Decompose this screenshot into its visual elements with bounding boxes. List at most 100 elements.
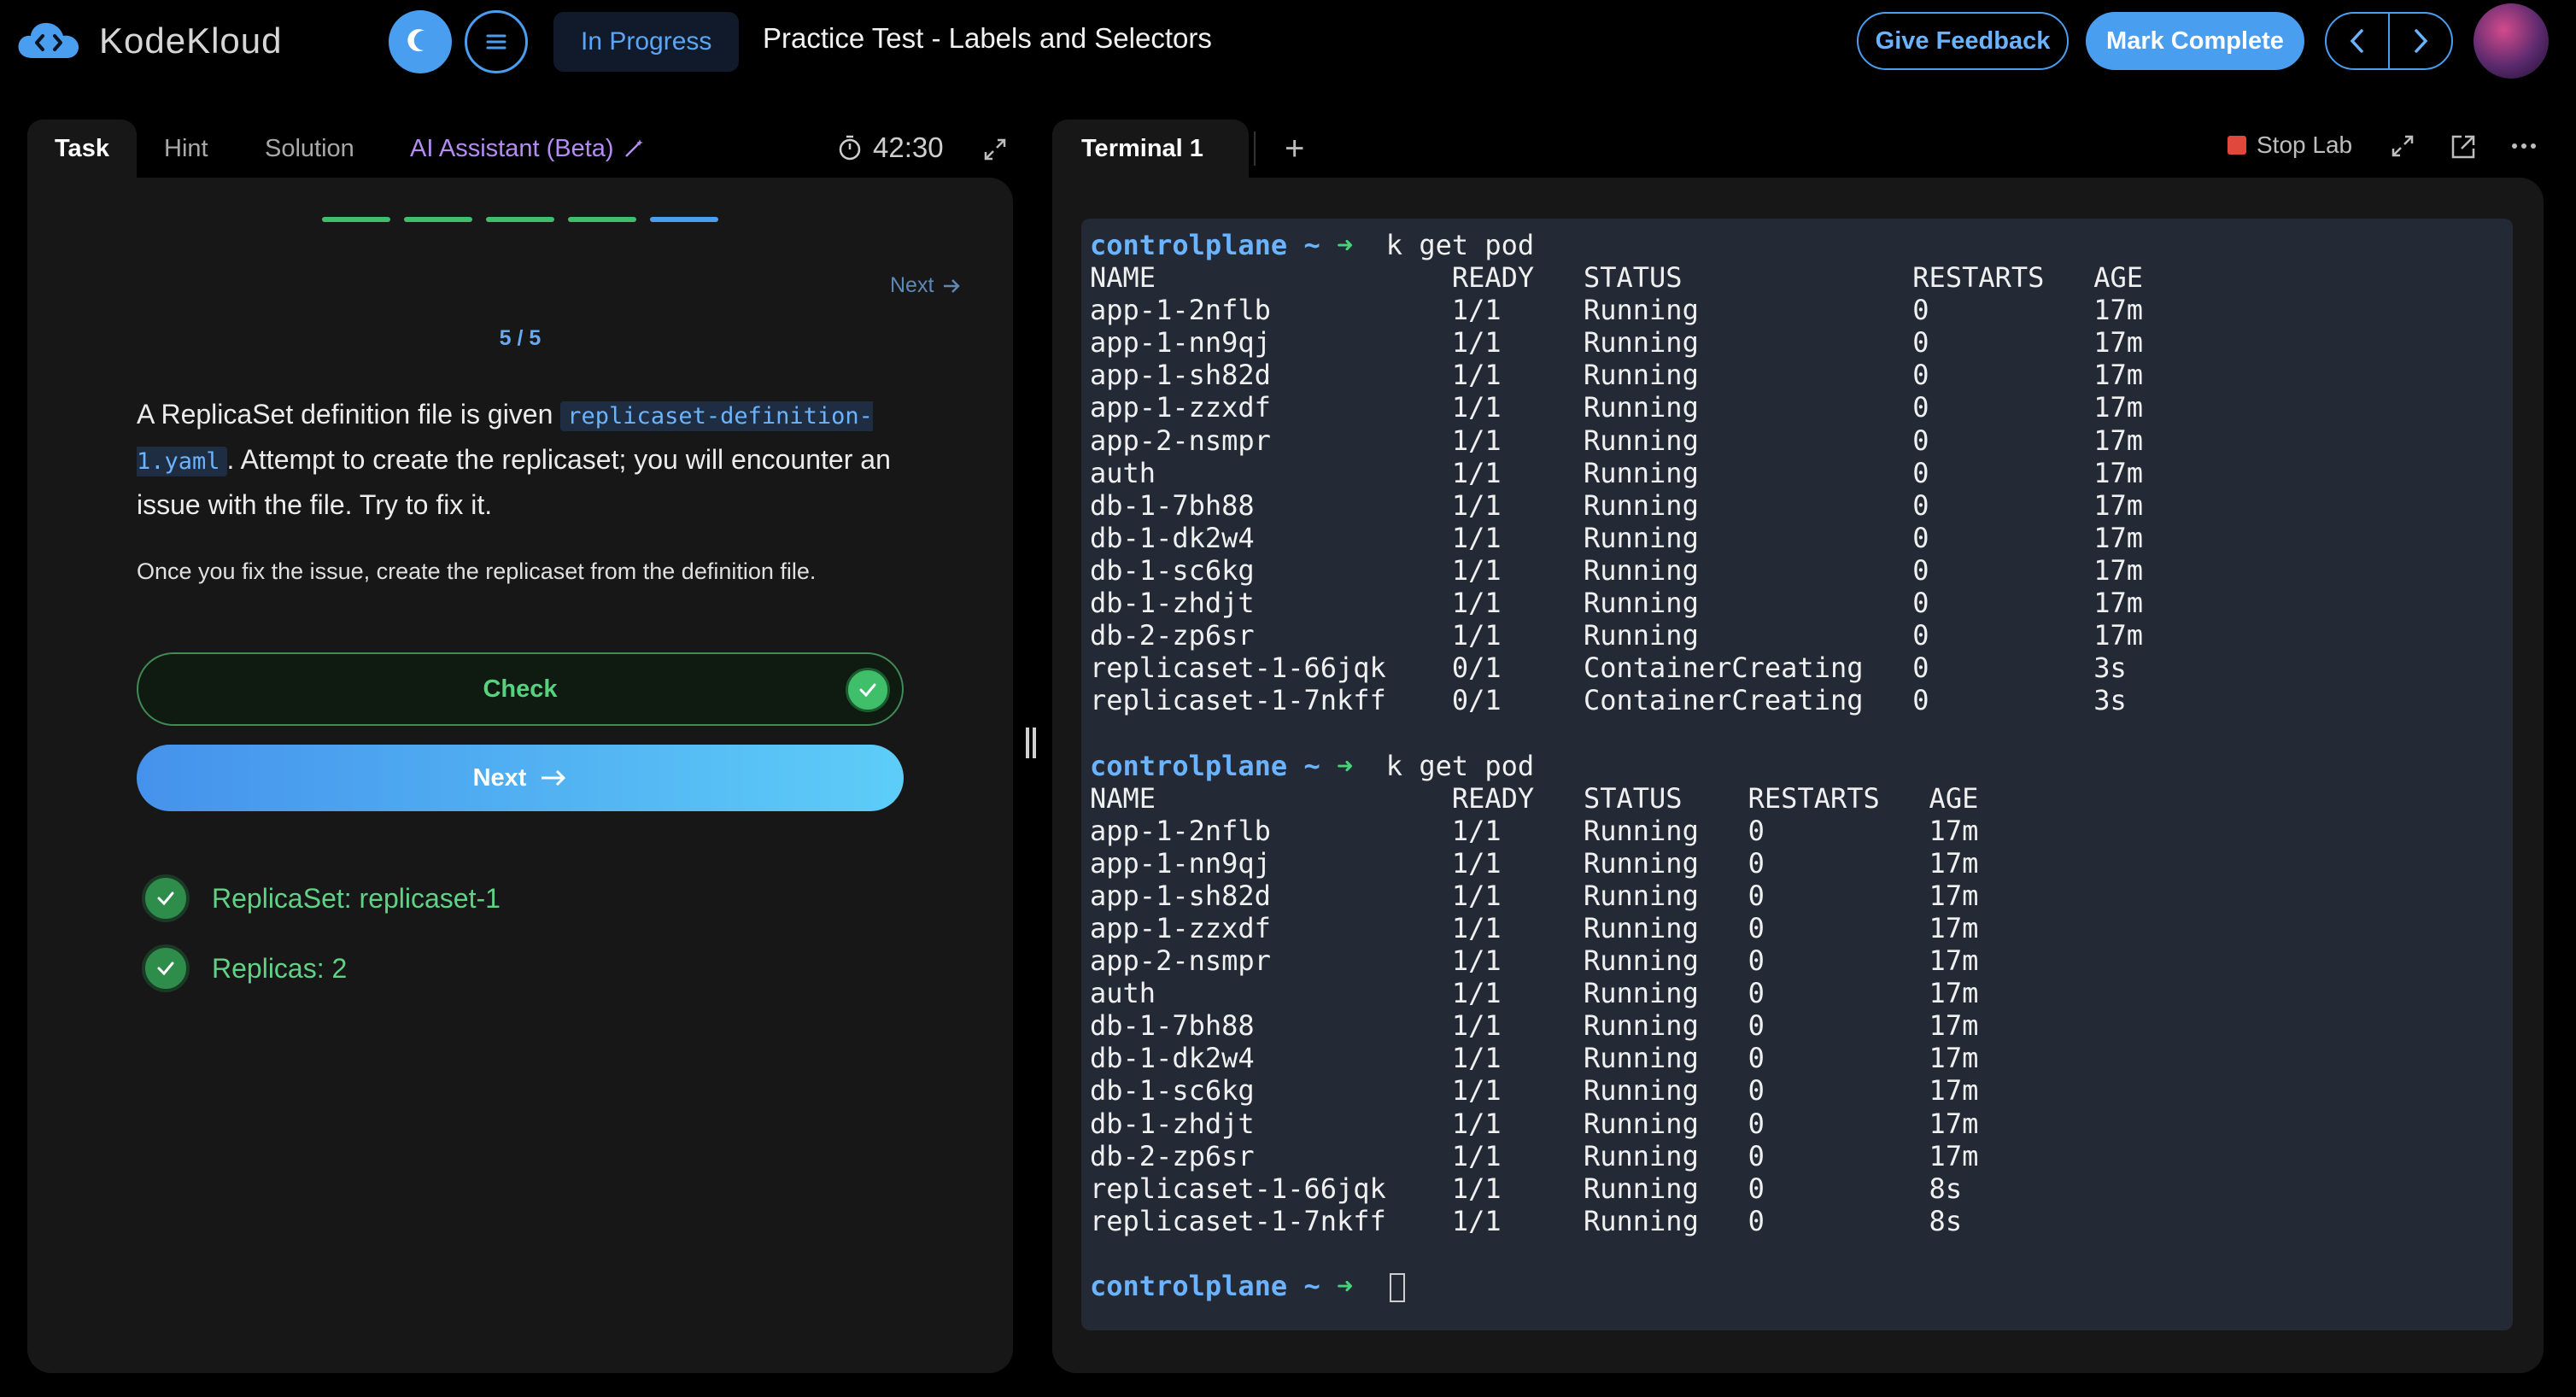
terminal-output-line: replicaset-1-7nkff 1/1 Running 0 8s	[1090, 1204, 1963, 1237]
prompt-path: ~	[1303, 1270, 1320, 1302]
progress-step-3[interactable]	[486, 217, 554, 222]
next-button[interactable]: Next	[137, 745, 904, 811]
result-label: ReplicaSet: replicaset-1	[212, 882, 501, 914]
terminal-output-line: app-1-zzxdf 1/1 Running 0 17m	[1090, 391, 2143, 424]
check-circle-icon	[142, 874, 190, 922]
timer-value: 42:30	[873, 132, 944, 163]
expand-icon[interactable]	[2390, 133, 2415, 159]
terminal-output-line: db-1-zhdjt 1/1 Running 0 17m	[1090, 1107, 1979, 1140]
prompt-path: ~	[1303, 749, 1320, 782]
next-button-label: Next	[472, 763, 527, 792]
terminal-output-line: db-1-zhdjt 1/1 Running 0 17m	[1090, 587, 2143, 620]
mark-complete-button[interactable]: Mark Complete	[2086, 12, 2304, 70]
terminal-output-line: db-1-dk2w4 1/1 Running 0 17m	[1090, 521, 2143, 554]
terminal-container: controlplane ~ ➜ k get pod NAME READY STA…	[1052, 178, 2544, 1373]
terminal-output-line: db-1-7bh88 1/1 Running 0 17m	[1090, 488, 2143, 522]
prompt-arrow-icon: ➜	[1336, 229, 1354, 261]
chevron-right-icon	[2415, 29, 2428, 53]
status-badge: In Progress	[553, 12, 740, 72]
next-lesson-button[interactable]	[2390, 14, 2451, 68]
prompt-command: k get pod	[1385, 749, 1535, 782]
next-link-label: Next	[890, 273, 934, 297]
terminal-output-line: db-2-zp6sr 1/1 Running 0 17m	[1090, 1139, 1979, 1172]
terminal-prompt-line: controlplane ~ ➜ k get pod	[1090, 229, 2504, 261]
external-link-icon[interactable]	[2450, 133, 2477, 161]
tab-separator	[1254, 132, 1256, 166]
magic-wand-icon	[624, 139, 643, 157]
terminal-output-line: NAME READY STATUS RESTARTS AGE	[1090, 261, 2143, 295]
task-text-start: A ReplicaSet definition file is given	[137, 399, 561, 430]
terminal-output-line: db-2-zp6sr 1/1 Running 0 17m	[1090, 619, 2143, 652]
terminal-panel: Terminal 1 + Stop Lab controlplane ~ ➜ k…	[1052, 120, 2544, 1373]
task-description: A ReplicaSet definition file is given re…	[137, 393, 905, 526]
task-text-end: . Attempt to create the replicaset; you …	[137, 444, 891, 520]
prompt-arrow-icon: ➜	[1336, 1270, 1354, 1302]
tab-terminal-1[interactable]: Terminal 1	[1052, 120, 1249, 178]
result-item: Replicas: 2	[142, 944, 347, 992]
result-item: ReplicaSet: replicaset-1	[142, 874, 501, 922]
theme-toggle-button[interactable]	[389, 10, 452, 73]
terminal-output-line: replicaset-1-66jqk 0/1 ContainerCreating…	[1090, 652, 2127, 685]
task-tabs: Task Hint Solution AI Assistant (Beta) 4…	[27, 120, 1013, 178]
check-button-label: Check	[483, 675, 558, 703]
progress-step-4[interactable]	[568, 217, 636, 222]
menu-button[interactable]	[465, 10, 528, 73]
terminal-output-line: app-2-nsmpr 1/1 Running 0 17m	[1090, 424, 2143, 457]
terminal-output-line: app-1-nn9qj 1/1 Running 0 17m	[1090, 326, 2143, 359]
terminal-output-line: replicaset-1-7nkff 0/1 ContainerCreating…	[1090, 684, 2127, 717]
brand-logo[interactable]: KodeKloud	[14, 17, 283, 65]
page-title: Practice Test - Labels and Selectors	[763, 22, 1212, 54]
progress-step-1[interactable]	[322, 217, 390, 222]
terminal-output-line: db-1-sc6kg 1/1 Running 0 17m	[1090, 1074, 1979, 1108]
terminal-prompt-line: controlplane ~ ➜ k get pod	[1090, 750, 2504, 782]
list-menu-icon	[486, 34, 506, 50]
stop-lab-button[interactable]: Stop Lab	[2228, 132, 2352, 159]
user-avatar[interactable]	[2474, 3, 2549, 79]
give-feedback-button[interactable]: Give Feedback	[1857, 12, 2069, 70]
terminal-output-line: db-1-7bh88 1/1 Running 0 17m	[1090, 1009, 1979, 1043]
add-terminal-icon[interactable]: +	[1285, 130, 1304, 168]
terminal-cursor	[1389, 1273, 1405, 1302]
previous-lesson-button[interactable]	[2327, 14, 2390, 68]
terminal-prompt-line: controlplane ~ ➜	[1090, 1270, 2504, 1302]
terminal-output-line: auth 1/1 Running 0 17m	[1090, 456, 2143, 489]
terminal-output-line: app-1-sh82d 1/1 Running 0 17m	[1090, 359, 2143, 392]
prompt-arrow-icon: ➜	[1336, 749, 1354, 782]
panel-resize-handle[interactable]	[1026, 728, 1038, 758]
check-circle-icon	[142, 944, 190, 992]
tab-task[interactable]: Task	[27, 120, 137, 178]
arrow-right-icon	[542, 769, 566, 786]
lesson-navigation	[2325, 12, 2453, 70]
checkmark-icon	[846, 668, 890, 712]
next-question-link[interactable]: Next	[890, 273, 961, 298]
stop-lab-label: Stop Lab	[2257, 132, 2353, 158]
progress-step-5[interactable]	[650, 217, 718, 222]
tab-solution[interactable]: Solution	[265, 120, 354, 178]
top-bar: KodeKloud In Progress Practice Test - La…	[0, 0, 2576, 82]
prompt-command: k get pod	[1385, 229, 1535, 261]
prompt-host: controlplane	[1090, 229, 1288, 261]
question-counter: 5 / 5	[499, 326, 542, 350]
stopwatch-icon	[839, 135, 861, 161]
terminal-screen[interactable]: controlplane ~ ➜ k get pod NAME READY STA…	[1081, 219, 2513, 1330]
terminal-output-line: app-2-nsmpr 1/1 Running 0 17m	[1090, 944, 1979, 978]
terminal-output-line: replicaset-1-66jqk 1/1 Running 0 8s	[1090, 1172, 1963, 1205]
terminal-output-line: app-1-zzxdf 1/1 Running 0 17m	[1090, 911, 1979, 944]
terminal-output-line: app-1-nn9qj 1/1 Running 0 17m	[1090, 846, 1979, 880]
progress-step-2[interactable]	[404, 217, 472, 222]
check-button[interactable]: Check	[137, 652, 904, 726]
terminal-output-line: db-1-dk2w4 1/1 Running 0 17m	[1090, 1042, 1979, 1075]
more-options-icon[interactable]	[2511, 142, 2537, 150]
result-label: Replicas: 2	[212, 952, 348, 984]
tab-hint[interactable]: Hint	[164, 120, 208, 178]
task-panel: Task Hint Solution AI Assistant (Beta) 4…	[27, 120, 1013, 1373]
tab-ai-assistant[interactable]: AI Assistant (Beta)	[410, 120, 645, 178]
arrow-right-icon	[944, 278, 961, 293]
prompt-path: ~	[1303, 229, 1320, 261]
terminal-output-line: db-1-sc6kg 1/1 Running 0 17m	[1090, 553, 2143, 587]
kodekloud-logo-icon	[18, 22, 79, 58]
expand-icon[interactable]	[982, 137, 1008, 162]
terminal-output-line: NAME READY STATUS RESTARTS AGE	[1090, 781, 1979, 815]
